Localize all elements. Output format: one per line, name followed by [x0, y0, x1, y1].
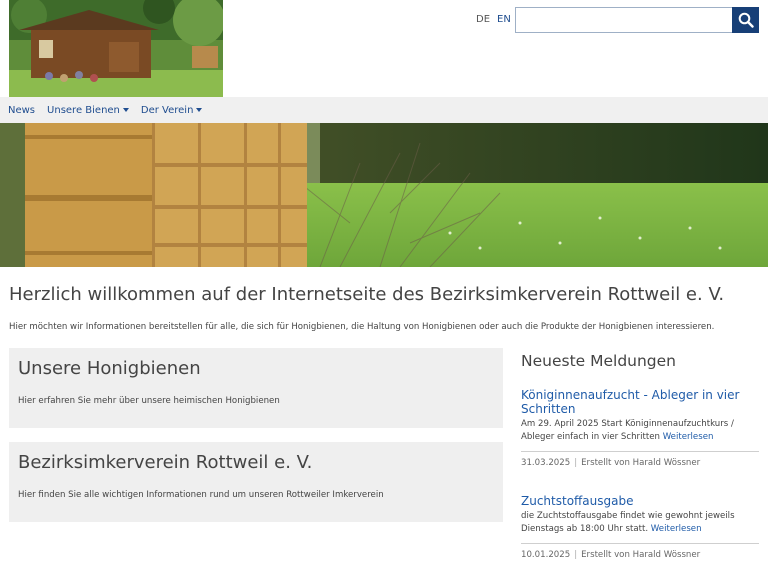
news-title-link[interactable]: Zuchtstoffausgabe: [521, 494, 759, 508]
language-switcher: DE EN: [476, 14, 511, 25]
search-button[interactable]: [732, 7, 759, 33]
search-input[interactable]: [515, 7, 733, 33]
card-title: Bezirksimkerverein Rottweil e. V.: [18, 452, 313, 473]
site-logo-image[interactable]: [9, 0, 223, 97]
lang-en-link[interactable]: EN: [497, 14, 511, 25]
card-text: Hier finden Sie alle wichtigen Informati…: [18, 490, 384, 500]
news-author: Erstellt von Harald Wössner: [581, 550, 701, 560]
card-bezirksimkerverein[interactable]: Bezirksimkerverein Rottweil e. V. Hier f…: [9, 442, 503, 522]
news-title-link[interactable]: Königinnenaufzucht - Ableger in vier Sch…: [521, 388, 759, 416]
news-item: Königinnenaufzucht - Ableger in vier Sch…: [521, 388, 759, 444]
hero-banner-image: [0, 123, 768, 267]
card-unsere-honigbienen[interactable]: Unsere Honigbienen Hier erfahren Sie meh…: [9, 348, 503, 428]
news-teaser: die Zuchtstoffausgabe findet wie gewohnt…: [521, 511, 735, 534]
read-more-link[interactable]: Weiterlesen: [663, 432, 714, 442]
nav-item-news[interactable]: News: [8, 105, 35, 116]
nav-item-der-verein[interactable]: Der Verein: [141, 105, 203, 116]
caret-down-icon: [196, 108, 203, 112]
lang-de[interactable]: DE: [476, 14, 490, 25]
nav-item-unsere-bienen[interactable]: Unsere Bienen: [47, 105, 129, 116]
page-title: Herzlich willkommen auf der Internetseit…: [9, 284, 725, 305]
site-header: DE EN: [0, 0, 768, 97]
search-icon: [738, 12, 754, 28]
news-section-title: Neueste Meldungen: [521, 352, 677, 370]
read-more-link[interactable]: Weiterlesen: [651, 524, 702, 534]
main-navigation: News Unsere Bienen Der Verein: [0, 97, 768, 123]
intro-text: Hier möchten wir Informationen bereitste…: [9, 322, 715, 332]
caret-down-icon: [122, 108, 129, 112]
news-date: 10.01.2025: [521, 550, 571, 560]
news-date: 31.03.2025: [521, 458, 571, 468]
news-teaser: Am 29. April 2025 Start Königinnenaufzuc…: [521, 419, 734, 442]
card-text: Hier erfahren Sie mehr über unsere heimi…: [18, 396, 280, 406]
news-item: Zuchtstoffausgabe die Zuchtstoffausgabe …: [521, 494, 759, 536]
news-meta: 31.03.2025 | Erstellt von Harald Wössner: [521, 451, 759, 468]
card-title: Unsere Honigbienen: [18, 358, 201, 379]
news-meta: 10.01.2025 | Erstellt von Harald Wössner: [521, 543, 759, 560]
news-author: Erstellt von Harald Wössner: [581, 458, 701, 468]
